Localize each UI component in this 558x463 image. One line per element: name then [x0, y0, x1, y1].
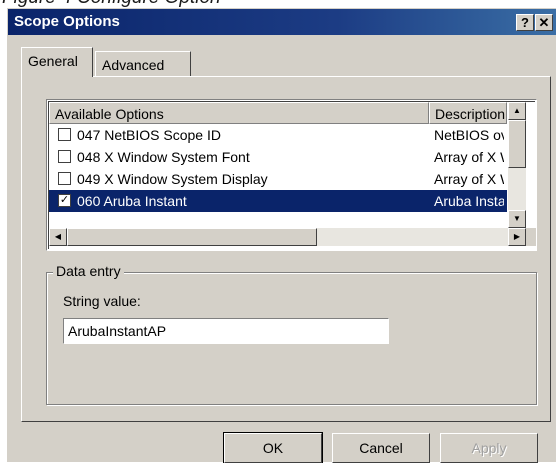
apply-button[interactable]: Apply [440, 433, 538, 463]
help-button[interactable]: ? [516, 14, 534, 31]
scrollbar-corner [526, 228, 536, 246]
cancel-button[interactable]: Cancel [332, 433, 430, 463]
string-value-label: String value: [63, 293, 141, 309]
option-name: 047 NetBIOS Scope ID [77, 127, 221, 143]
option-name: 060 Aruba Instant [77, 193, 187, 209]
data-entry-group: Data entry String value: [46, 263, 537, 405]
general-tab-panel: Available Options Description 047 NetBIO… [21, 76, 551, 422]
column-header-description[interactable]: Description [429, 102, 507, 124]
option-checkbox[interactable] [58, 172, 71, 185]
option-description: Array of X W [434, 171, 504, 187]
title-bar[interactable]: Scope Options ? ✕ [8, 9, 556, 35]
vertical-scroll-thumb[interactable] [508, 120, 526, 168]
ok-button[interactable]: OK [223, 432, 323, 463]
scroll-right-arrow-icon[interactable]: ▶ [508, 228, 526, 246]
option-description: NetBIOS ov [434, 127, 504, 143]
horizontal-scroll-thumb[interactable] [67, 228, 317, 246]
vertical-scrollbar[interactable]: ▲ ▼ [508, 102, 526, 228]
figure-caption-text: Figure 4 Configure Option [2, 0, 221, 8]
option-checkbox[interactable] [58, 128, 71, 141]
window-title: Scope Options [14, 13, 120, 30]
list-item-selected[interactable]: ✓ 060 Aruba Instant Aruba Instar [49, 190, 507, 212]
close-button[interactable]: ✕ [535, 14, 553, 31]
option-description: Aruba Instar [434, 193, 504, 209]
horizontal-scrollbar[interactable]: ◀ ▶ [49, 228, 526, 246]
option-description: Array of X W [434, 149, 504, 165]
scroll-left-arrow-icon[interactable]: ◀ [49, 228, 67, 246]
figure-caption: Figure 4 Configure Option [0, 0, 558, 8]
data-entry-group-title: Data entry [53, 263, 124, 279]
list-item[interactable]: 047 NetBIOS Scope ID NetBIOS ov [49, 124, 507, 146]
option-name: 049 X Window System Display [77, 171, 268, 187]
scroll-down-arrow-icon[interactable]: ▼ [508, 210, 526, 228]
scroll-up-arrow-icon[interactable]: ▲ [508, 102, 526, 120]
column-header-available-options[interactable]: Available Options [49, 102, 429, 124]
tab-general[interactable]: General [21, 47, 93, 77]
list-body: Available Options Description 047 NetBIO… [48, 101, 536, 249]
option-checkbox[interactable]: ✓ [58, 194, 71, 207]
tab-advanced[interactable]: Advanced [95, 51, 191, 77]
list-item[interactable]: 049 X Window System Display Array of X W [49, 168, 507, 190]
option-checkbox[interactable] [58, 150, 71, 163]
scope-options-dialog: Scope Options ? ✕ General Advanced Avail… [7, 8, 556, 463]
option-name: 048 X Window System Font [77, 149, 250, 165]
available-options-list[interactable]: Available Options Description 047 NetBIO… [46, 99, 537, 251]
list-item[interactable]: 048 X Window System Font Array of X W [49, 146, 507, 168]
string-value-input[interactable] [63, 318, 389, 344]
